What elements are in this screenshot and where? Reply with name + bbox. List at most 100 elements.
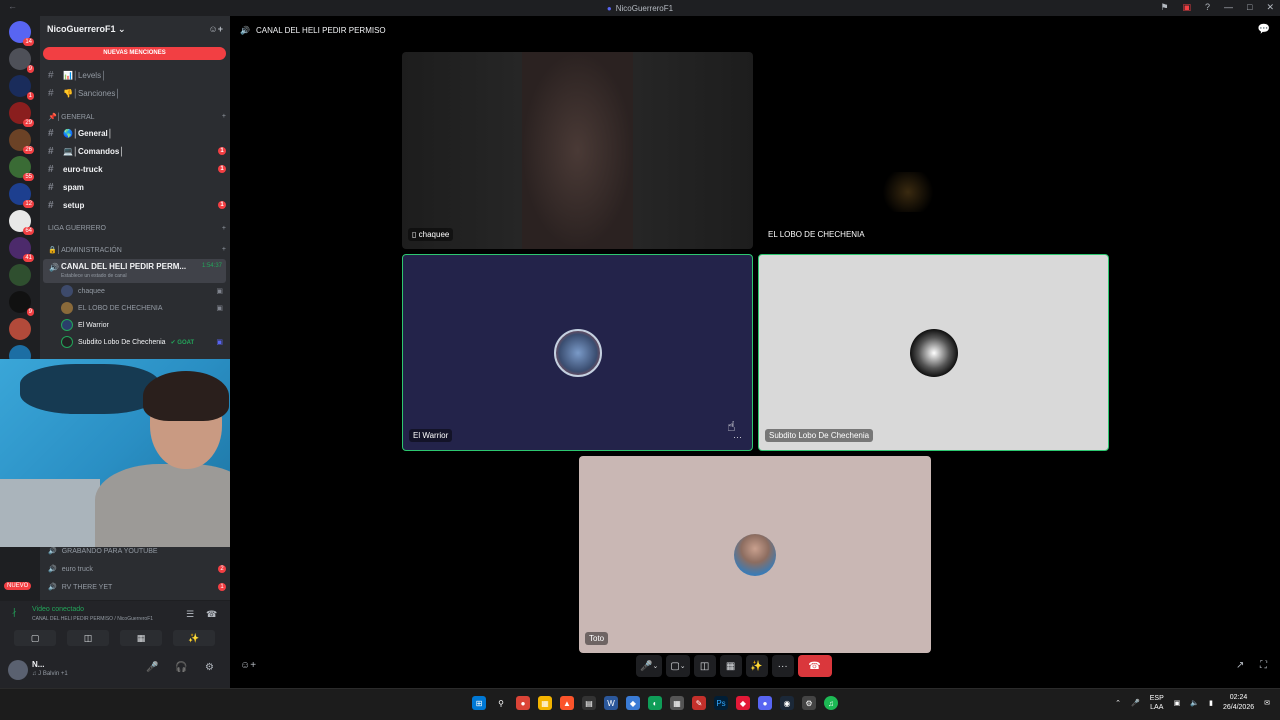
- more-button[interactable]: ···: [771, 655, 794, 677]
- soundboard-button[interactable]: ✨: [745, 655, 768, 677]
- server-icon[interactable]: 55: [9, 156, 34, 181]
- help-icon[interactable]: ?: [1205, 2, 1210, 13]
- disconnect-icon[interactable]: ☎: [206, 609, 217, 620]
- voice-member[interactable]: EL LOBO DE CHECHENIA ▣: [61, 300, 223, 316]
- avatar[interactable]: [8, 660, 28, 680]
- screen-share-button[interactable]: ◫: [693, 655, 716, 677]
- chrome-icon[interactable]: ●: [516, 696, 530, 710]
- back-arrow-icon[interactable]: ←: [8, 1, 17, 11]
- volume-icon[interactable]: 🔈: [1190, 699, 1199, 707]
- add-channel-icon[interactable]: +: [222, 246, 226, 254]
- video-tile-el-lobo[interactable]: EL LOBO DE CHECHENIA: [758, 52, 1109, 249]
- server-icon[interactable]: 14: [9, 21, 34, 46]
- category-general[interactable]: 📌│GENERAL +: [48, 113, 226, 121]
- mute-button[interactable]: 🎤 ⌄: [636, 655, 663, 677]
- close-button[interactable]: ✕: [1266, 2, 1274, 13]
- connection-status[interactable]: Video conectado: [32, 606, 84, 613]
- battery-icon[interactable]: ▮: [1209, 699, 1213, 707]
- microphone-icon[interactable]: 🎤: [1131, 699, 1140, 707]
- voice-channel-status[interactable]: Establece un estado de canal: [61, 273, 127, 279]
- mention-badge: 64: [23, 227, 34, 235]
- voice-member[interactable]: El Warrior: [61, 317, 223, 333]
- channel-levels[interactable]: # 📊│Levels│: [48, 67, 226, 83]
- minimize-button[interactable]: —: [1224, 2, 1233, 13]
- channel-euro-truck-voice[interactable]: 🔊 euro truck 2: [40, 561, 226, 577]
- steam-icon[interactable]: ◉: [780, 696, 794, 710]
- activities-button[interactable]: ▦: [120, 630, 162, 646]
- category-liga-guerrero[interactable]: LIGA GUERRERO +: [48, 225, 226, 232]
- channel-euro-truck[interactable]: # euro-truck 1: [48, 161, 226, 177]
- notepad-icon[interactable]: ▤: [582, 696, 596, 710]
- notification-icon[interactable]: ✉: [1264, 699, 1270, 707]
- settings-icon[interactable]: ⚙: [802, 696, 816, 710]
- voice-member[interactable]: Subdito Lobo De Chechenia ✔ GOAT ▣: [61, 334, 223, 350]
- server-icon[interactable]: 12: [9, 183, 34, 208]
- username[interactable]: N...: [32, 660, 44, 669]
- popout-icon[interactable]: ↗: [1236, 660, 1244, 671]
- connection-channel[interactable]: CANAL DEL HELI PEDIR PERMISO / NicoGuerr…: [32, 616, 153, 622]
- voice-member[interactable]: chaquee ▣: [61, 283, 223, 299]
- channel-grabando[interactable]: 🔊 GRABANDO PARA YOUTUBE: [40, 543, 226, 559]
- calculator-icon[interactable]: ▦: [670, 696, 684, 710]
- chat-icon[interactable]: 💬: [1258, 24, 1270, 35]
- channel-general[interactable]: # 🌎│General│: [48, 125, 226, 141]
- discord-icon[interactable]: ●: [758, 696, 772, 710]
- leave-call-button[interactable]: ☎: [797, 655, 832, 677]
- server-icon[interactable]: 26: [9, 129, 34, 154]
- server-icon[interactable]: [9, 264, 31, 286]
- video-tile-toto[interactable]: Toto: [579, 456, 931, 653]
- channel-setup[interactable]: # setup 1: [48, 197, 226, 213]
- network-icon[interactable]: ▣: [1174, 699, 1181, 707]
- server-icon[interactable]: 1: [9, 75, 34, 100]
- soundboard-button[interactable]: ✨: [173, 630, 215, 646]
- edge-icon[interactable]: ◐: [648, 696, 662, 710]
- server-icon[interactable]: 41: [9, 237, 34, 262]
- video-tile-chaquee[interactable]: ▯ chaquee: [402, 52, 753, 249]
- new-mentions-banner[interactable]: NUEVAS MENCIONES: [43, 47, 226, 60]
- add-member-icon[interactable]: ☺+: [209, 24, 223, 34]
- active-voice-channel[interactable]: 🔊 CANAL DEL HELI PEDIR PERM... Establece…: [43, 259, 226, 283]
- gear-icon[interactable]: ⚙: [205, 662, 214, 673]
- add-channel-icon[interactable]: +: [222, 113, 226, 121]
- language-indicator[interactable]: ESP LAA: [1150, 694, 1164, 712]
- clock[interactable]: 02:24 26/4/2026: [1223, 693, 1254, 713]
- chevron-up-icon[interactable]: ⌃: [1115, 699, 1121, 707]
- app-icon[interactable]: ◆: [626, 696, 640, 710]
- server-icon[interactable]: 64: [9, 210, 34, 235]
- fullscreen-icon[interactable]: ⛶: [1260, 660, 1267, 671]
- signal-icon[interactable]: ∤: [12, 607, 17, 618]
- channel-comandos[interactable]: # 💻│Comandos│ 1: [48, 143, 226, 159]
- category-administracion[interactable]: 🔒│ADMINISTRACIÓN +: [48, 246, 226, 254]
- photoshop-icon[interactable]: Ps: [714, 696, 728, 710]
- channel-spam[interactable]: # spam: [48, 179, 226, 195]
- server-icon[interactable]: 9: [9, 291, 34, 316]
- video-tile-el-warrior[interactable]: El Warrior ···: [402, 254, 753, 451]
- bookmark-icon[interactable]: ⚑: [1160, 2, 1168, 13]
- server-icon[interactable]: 9: [9, 48, 34, 73]
- headphones-icon[interactable]: 🎧: [175, 662, 187, 673]
- server-icon[interactable]: [9, 318, 31, 340]
- capcut-icon[interactable]: ✎: [692, 696, 706, 710]
- activities-button[interactable]: ▦: [719, 655, 742, 677]
- channel-sanciones[interactable]: # 👎│Sanciones│: [48, 85, 226, 101]
- invite-icon[interactable]: ☺+: [240, 660, 256, 671]
- maximize-button[interactable]: □: [1247, 2, 1252, 13]
- file-explorer-icon[interactable]: ▦: [538, 696, 552, 710]
- server-header[interactable]: NicoGuerreroF1 ⌄ ☺+: [40, 16, 230, 42]
- video-tile-subdito[interactable]: Subdito Lobo De Chechenia: [758, 254, 1109, 451]
- screen-share-button[interactable]: ◫: [67, 630, 109, 646]
- screen-icon[interactable]: ▣: [1182, 2, 1191, 13]
- word-icon[interactable]: W: [604, 696, 618, 710]
- search-icon[interactable]: ⚲: [494, 696, 508, 710]
- add-channel-icon[interactable]: +: [222, 225, 226, 232]
- noise-suppression-icon[interactable]: ☰: [186, 609, 194, 620]
- channel-rv-there-yet[interactable]: 🔊 RV THERE YET 1: [40, 579, 226, 595]
- microphone-icon[interactable]: 🎤: [146, 662, 158, 673]
- app-icon[interactable]: ◆: [736, 696, 750, 710]
- camera-toggle-button[interactable]: ▢ ⌄: [666, 655, 690, 677]
- start-icon[interactable]: ⊞: [472, 696, 486, 710]
- camera-off-button[interactable]: ▢: [14, 630, 56, 646]
- server-icon[interactable]: 29: [9, 102, 34, 127]
- brave-icon[interactable]: ▲: [560, 696, 574, 710]
- spotify-icon[interactable]: ♫: [824, 696, 838, 710]
